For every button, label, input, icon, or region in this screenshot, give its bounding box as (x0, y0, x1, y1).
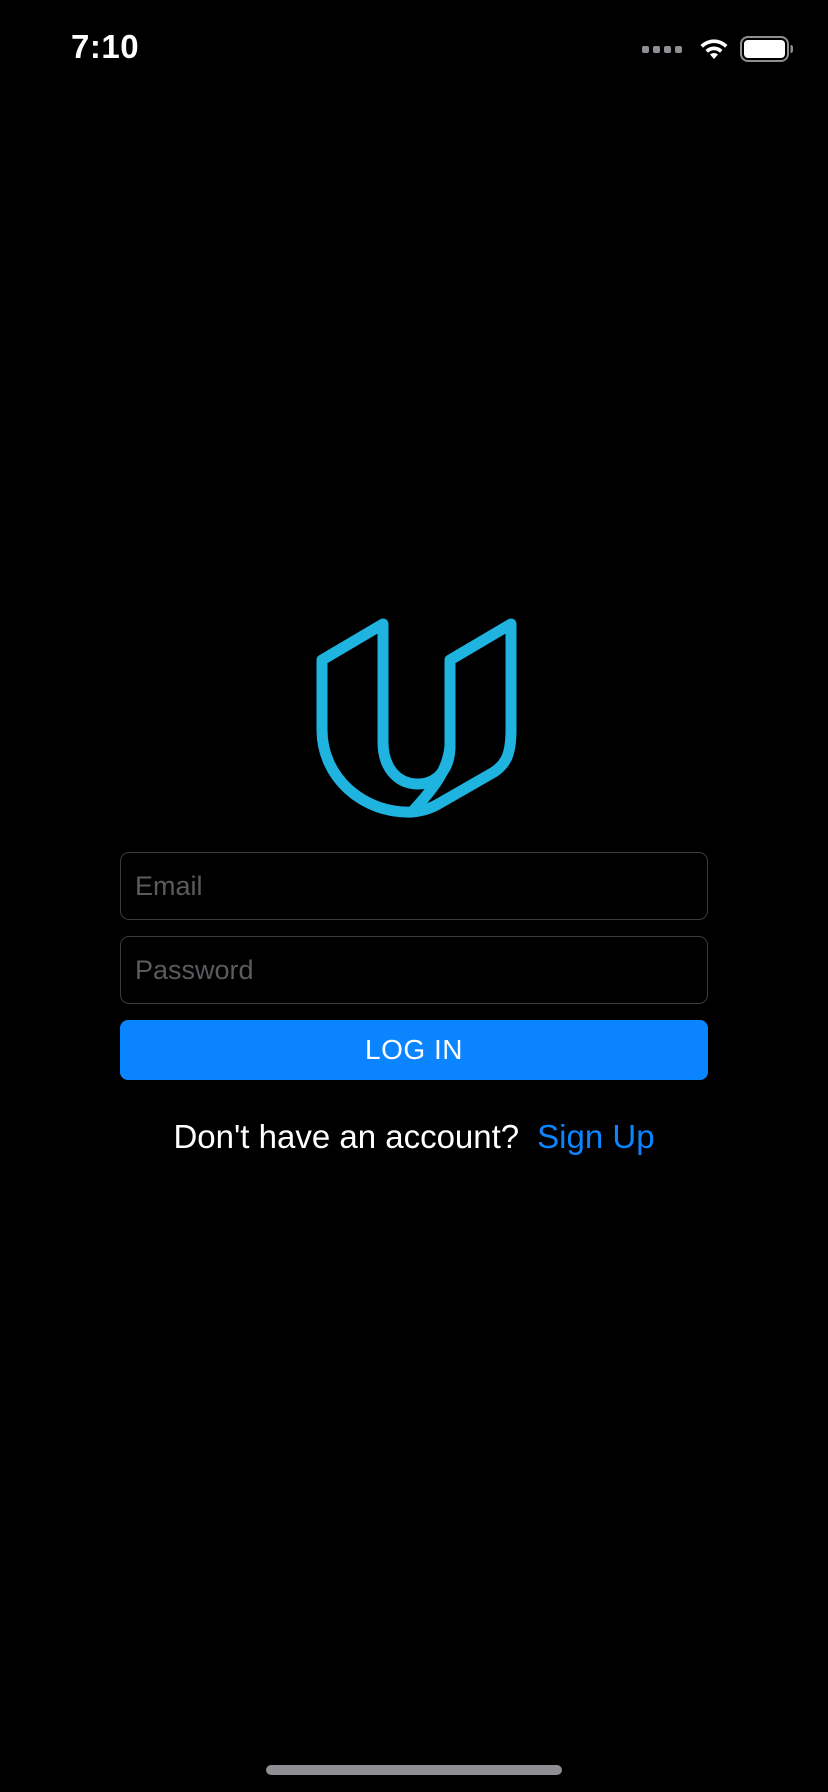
signup-prompt: Don't have an account? (173, 1118, 520, 1155)
battery-icon (740, 36, 794, 62)
status-bar: 7:10 (0, 0, 828, 100)
password-field[interactable] (120, 936, 708, 1004)
signup-link[interactable]: Sign Up (537, 1118, 654, 1156)
status-icons (642, 34, 794, 64)
wifi-icon (698, 37, 730, 61)
home-indicator[interactable] (266, 1765, 562, 1775)
signup-row: Don't have an account? Sign Up (0, 1118, 828, 1156)
status-time: 7:10 (71, 28, 140, 65)
cellular-signal-icon (642, 45, 682, 53)
login-button[interactable]: LOG IN (120, 1020, 708, 1080)
password-input[interactable] (121, 937, 707, 1003)
email-field[interactable] (120, 852, 708, 920)
email-input[interactable] (121, 853, 707, 919)
udacity-logo-icon (312, 618, 518, 824)
